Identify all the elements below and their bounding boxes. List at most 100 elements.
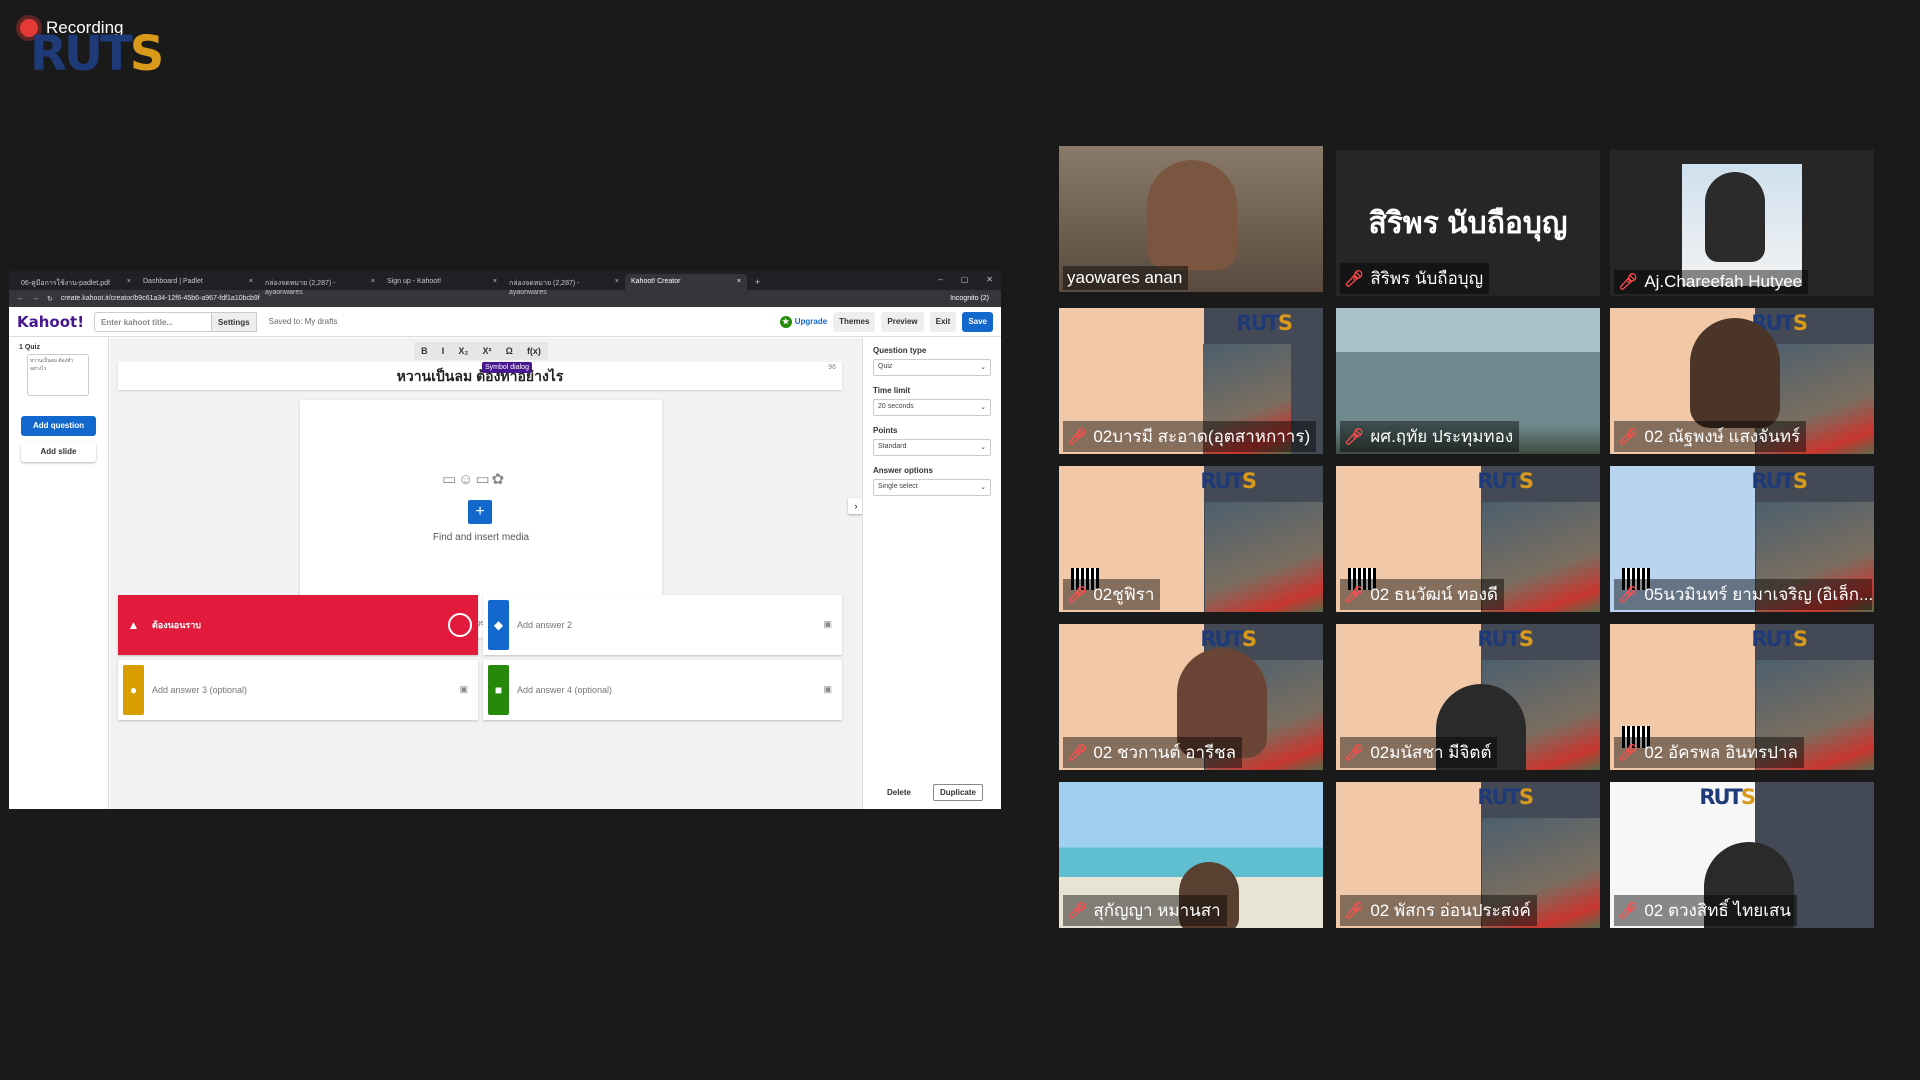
participant-tile[interactable]: 🎤︎ สุกัญญา หมานสา xyxy=(1059,782,1323,928)
mic-muted-icon: 🎤︎ xyxy=(1067,428,1088,446)
participant-name: 🎤︎ 02 ชวกานต์ อารีชล xyxy=(1063,737,1243,768)
close-icon: × xyxy=(126,278,131,285)
window-controls[interactable]: – ▢ ✕ xyxy=(938,275,993,284)
participant-display-name: สิริพร นับถือบุญ xyxy=(1368,207,1568,240)
duplicate-button[interactable]: Duplicate xyxy=(932,784,983,801)
participant-name: 🎤︎ ผศ.ฤทัย ประทุมทอง xyxy=(1340,421,1520,452)
chevron-down-icon: ⌄ xyxy=(980,444,986,451)
slide-thumbnail[interactable]: 1 Quiz หวานเป็นลม ต้องทำอย่างไร xyxy=(19,344,99,398)
ruts-logo: RUTS xyxy=(30,26,164,82)
participant-tile[interactable]: สิริพร นับถือบุญ 🎤︎ สิริพร นับถือบุญ xyxy=(1336,150,1600,296)
ruts-logo: RUTS xyxy=(1200,469,1257,493)
maximize-icon: ▢ xyxy=(960,275,969,284)
back-icon[interactable]: ← xyxy=(17,295,24,302)
incognito-profile[interactable]: Incognito (2) xyxy=(950,295,989,302)
kahoot-title-input[interactable]: Enter kahoot title... xyxy=(94,311,213,332)
participant-tile[interactable]: RUTS 🎤︎ 05นวมินทร์ ยามาเจริญ (อิเล็ก... xyxy=(1610,466,1874,612)
answer-3[interactable]: ● Add answer 3 (optional) ▣ xyxy=(118,660,478,720)
add-question-button[interactable]: Add question xyxy=(21,416,96,436)
mic-muted-icon: 🎤︎ xyxy=(1067,902,1088,920)
upgrade-button[interactable]: ★ Upgrade xyxy=(779,315,827,328)
participant-tile[interactable]: RUTS 🎤︎ 02ชูฟิรา xyxy=(1059,466,1323,612)
browser-tab[interactable]: 06-คู่มือการใช้งาน-padlet.pdf × xyxy=(15,274,137,290)
ruts-logo: RUTS xyxy=(1751,627,1808,651)
time-limit-select[interactable]: 20 seconds ⌄ xyxy=(873,399,991,416)
mic-muted-icon: 🎤︎ xyxy=(1344,586,1365,604)
forward-icon[interactable]: → xyxy=(32,295,39,302)
mic-muted-icon: 🎤︎ xyxy=(1618,586,1639,604)
image-icon[interactable]: ▣ xyxy=(823,684,832,695)
browser-tab[interactable]: Sign up - Kahoot! × xyxy=(381,274,503,290)
participant-tile[interactable]: RUTS 🎤︎ 02 ตวงสิทธิ์ ไทยเสน xyxy=(1610,782,1874,928)
participant-tile[interactable]: RUTS 🎤︎ 02มนัสชา มีจิตต์ xyxy=(1336,624,1600,770)
insert-media-button[interactable]: + xyxy=(468,500,492,524)
participant-name: 🎤︎ Aj.Chareefah Hutyee xyxy=(1614,270,1809,294)
delete-button[interactable]: Delete xyxy=(881,784,917,801)
new-tab-icon[interactable]: + xyxy=(747,274,768,290)
answer-2[interactable]: ◆ Add answer 2 ▣ xyxy=(483,595,842,655)
correct-toggle[interactable] xyxy=(448,613,472,637)
reload-icon[interactable]: ↻ xyxy=(47,295,53,303)
mic-muted-icon: 🎤︎ xyxy=(1618,902,1639,920)
kahoot-header: Kahoot! Enter kahoot title... Settings S… xyxy=(9,307,1001,337)
bold-button[interactable]: B xyxy=(421,346,428,356)
question-settings-panel: Question type Quiz ⌄ Time limit 20 second… xyxy=(862,338,1001,809)
kahoot-logo: Kahoot! xyxy=(17,312,85,331)
browser-tab[interactable]: กล่องจดหมาย (2,287) - ayaonwares × xyxy=(503,274,625,296)
participant-tile[interactable]: yaowares anan xyxy=(1059,146,1323,292)
participant-tile[interactable]: RUTS 🎤︎ 02 ธนวัฒน์ ทองดี xyxy=(1336,466,1600,612)
question-canvas: B I X₂ X² Ω f(x) หวานเป็นลม ต้องทำอย่างไ… xyxy=(110,338,864,809)
answer-options-select[interactable]: Single select ⌄ xyxy=(873,479,991,496)
diamond-icon: ◆ xyxy=(488,600,509,650)
points-select[interactable]: Standard ⌄ xyxy=(873,439,991,456)
close-icon: × xyxy=(614,278,619,285)
ruts-logo: RUTS xyxy=(1477,469,1534,493)
save-button[interactable]: Save xyxy=(962,311,993,332)
answer-4[interactable]: ■ Add answer 4 (optional) ▣ xyxy=(483,660,842,720)
close-window-icon: ✕ xyxy=(986,275,993,284)
ruts-logo: RUTS xyxy=(1236,311,1293,335)
image-icon[interactable]: ▣ xyxy=(459,684,468,695)
close-icon: × xyxy=(736,278,741,285)
subscript-button[interactable]: X₂ xyxy=(458,346,468,356)
participant-tile[interactable]: 🎤︎ Aj.Chareefah Hutyee xyxy=(1610,150,1874,296)
ruts-logo-mirrored: RUTS xyxy=(1699,785,1756,809)
ruts-logo: RUTS xyxy=(1751,469,1808,493)
superscript-button[interactable]: X² xyxy=(482,346,491,356)
browser-tab[interactable]: กล่องจดหมาย (2,287) - ayaonwares × xyxy=(259,274,381,296)
participant-tile[interactable]: RUTS 🎤︎ 02 พัสกร อ่อนประสงค์ xyxy=(1336,782,1600,928)
add-slide-button[interactable]: Add slide xyxy=(21,442,96,462)
close-icon: × xyxy=(370,278,375,285)
participant-tile[interactable]: RUTS 🎤︎ 02 ณัฐพงษ์ แสงจันทร์ xyxy=(1610,308,1874,454)
mic-muted-icon: 🎤︎ xyxy=(1618,274,1639,291)
browser-tab-active[interactable]: Kahoot! Creator × xyxy=(625,274,747,290)
triangle-icon: ▲ xyxy=(127,618,140,632)
mic-muted-icon: 🎤︎ xyxy=(1344,902,1365,920)
symbol-button[interactable]: Ω xyxy=(506,346,513,356)
preview-button[interactable]: Preview xyxy=(881,311,924,332)
mic-muted-icon: 🎤︎ xyxy=(1618,744,1639,762)
participant-tile[interactable]: RUTS 🎤︎ 02 ชวกานต์ อารีชล xyxy=(1059,624,1323,770)
italic-button[interactable]: I xyxy=(442,346,445,356)
themes-button[interactable]: Themes xyxy=(833,311,876,332)
exit-button[interactable]: Exit xyxy=(929,311,957,332)
answer-1[interactable]: ▲ ต้องนอนราบ xyxy=(118,595,478,655)
ruts-logo: RUTS xyxy=(1477,627,1534,651)
image-icon[interactable]: ▣ xyxy=(823,619,832,630)
participant-tile[interactable]: RUTS 🎤︎ 02บารมี สะอาด(อุตสาหกาาร) xyxy=(1059,308,1323,454)
browser-tab[interactable]: Dashboard | Padlet × xyxy=(137,274,259,290)
mic-muted-icon: 🎤︎ xyxy=(1618,428,1639,446)
url-field[interactable]: create.kahoot.it/creator/b9c61a34-12f6-4… xyxy=(61,295,942,302)
question-input[interactable]: หวานเป็นลม ต้องทำอย่างไร 96 xyxy=(118,362,842,390)
participant-tile[interactable]: RUTS 🎤︎ 02 อัครพล อินทรปาล xyxy=(1610,624,1874,770)
symbol-tooltip: Symbol dialog xyxy=(482,362,532,373)
question-type-select[interactable]: Quiz ⌄ xyxy=(873,359,991,376)
char-count: 96 xyxy=(828,364,836,371)
participant-tile[interactable]: 🎤︎ ผศ.ฤทัย ประทุมทอง xyxy=(1336,308,1600,454)
slide-sidebar: 1 Quiz หวานเป็นลม ต้องทำอย่างไร Add ques… xyxy=(9,338,109,809)
formula-button[interactable]: f(x) xyxy=(527,346,541,356)
question-type-label: Question type xyxy=(873,346,927,355)
star-icon: ★ xyxy=(779,315,792,328)
settings-button[interactable]: Settings xyxy=(212,311,257,332)
minimize-icon: – xyxy=(938,275,943,284)
